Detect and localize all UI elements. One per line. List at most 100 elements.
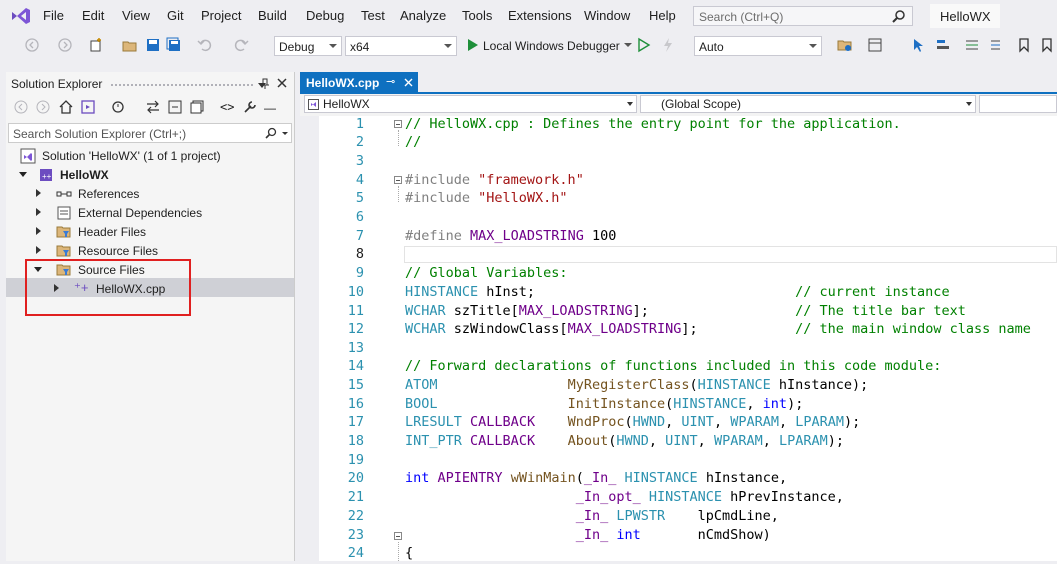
properties-icon[interactable] [242, 99, 258, 115]
tab-hellowx-cpp[interactable]: HelloWX.cpp ⊸ [300, 72, 418, 93]
code-function: InitInstance [567, 396, 666, 412]
close-tab-icon[interactable] [404, 78, 413, 87]
preview-icon[interactable]: — [264, 101, 276, 115]
undo-icon[interactable] [197, 37, 213, 53]
code-line-17: LRESULT CALLBACK WndProc(HWND, UINT, WPA… [405, 414, 860, 433]
start-without-debugging-icon[interactable] [636, 37, 652, 53]
line-number: 14 [347, 358, 364, 374]
search-box[interactable]: Search (Ctrl+Q) [693, 6, 913, 26]
save-icon[interactable] [145, 37, 161, 53]
code-macro: APIENTRY [437, 470, 503, 486]
code-type: BOOL [405, 396, 438, 412]
line-number: 15 [347, 377, 364, 393]
filter-folder-icon [56, 245, 71, 257]
menu-view[interactable]: View [122, 8, 150, 23]
start-debugging-button[interactable]: Local Windows Debugger [483, 39, 620, 53]
collapse-all-icon[interactable] [167, 99, 183, 115]
platform-dropdown[interactable]: x64 [345, 36, 457, 56]
code-preprocessor: #include [405, 190, 479, 206]
menu-debug[interactable]: Debug [306, 8, 344, 23]
menu-test[interactable]: Test [361, 8, 385, 23]
switch-views-icon[interactable] [80, 99, 96, 115]
code-comment: // Global Variables: [405, 265, 568, 281]
menu-tools[interactable]: Tools [462, 8, 492, 23]
collapsed-arrow-icon[interactable] [36, 208, 41, 216]
code-view-icon[interactable]: <> [220, 100, 234, 114]
open-file-icon[interactable] [122, 37, 138, 53]
collapsed-arrow-icon[interactable] [36, 246, 41, 254]
align-icon[interactable] [935, 37, 951, 53]
visual-studio-logo-icon[interactable] [10, 6, 32, 26]
collapse-region-icon[interactable] [394, 120, 402, 128]
search-placeholder: Search (Ctrl+Q) [699, 10, 784, 24]
bookmark-next-icon[interactable] [1039, 37, 1055, 53]
tree-item-references[interactable]: References [6, 184, 294, 203]
pointer-icon[interactable] [911, 37, 927, 53]
solution-explorer-search[interactable]: Search Solution Explorer (Ctrl+;) [8, 123, 292, 143]
forward-icon[interactable] [36, 100, 50, 114]
code-text: hPrevInstance, [722, 489, 844, 505]
new-project-icon[interactable] [88, 37, 104, 53]
code-type: UINT [665, 433, 698, 449]
code-preprocessor: #include [405, 172, 479, 188]
back-icon[interactable] [14, 100, 28, 114]
solution-platform-dropdown[interactable]: Auto [694, 36, 822, 56]
code-type: ATOM [405, 377, 438, 393]
hot-reload-icon[interactable] [660, 37, 676, 53]
navigate-back-icon[interactable] [24, 37, 40, 53]
show-all-files-icon[interactable] [189, 99, 205, 115]
pin-tab-icon[interactable]: ⊸ [386, 75, 395, 88]
menu-edit[interactable]: Edit [82, 8, 104, 23]
comment-lines-icon[interactable] [964, 37, 980, 53]
tree-item-external-dependencies[interactable]: External Dependencies [6, 203, 294, 222]
redo-icon[interactable] [233, 37, 249, 53]
line-number: 8 [355, 246, 364, 262]
chevron-down-icon[interactable] [624, 43, 632, 47]
navigate-forward-icon[interactable] [57, 37, 73, 53]
collapsed-arrow-icon[interactable] [36, 189, 41, 197]
expanded-arrow-icon[interactable] [19, 172, 27, 177]
menu-analyze[interactable]: Analyze [400, 8, 446, 23]
filter-folder-icon [56, 226, 71, 238]
home-icon[interactable] [58, 99, 74, 115]
references-icon [56, 191, 72, 197]
fold-guide [398, 186, 400, 202]
sync-with-active-document-icon[interactable] [145, 99, 161, 115]
tree-item-resource-files[interactable]: Resource Files [6, 241, 294, 260]
start-debugging-icon[interactable] [465, 37, 481, 53]
member-dropdown[interactable] [979, 95, 1057, 113]
menu-file[interactable]: File [43, 8, 64, 23]
menu-help[interactable]: Help [649, 8, 676, 23]
menu-window[interactable]: Window [584, 8, 630, 23]
code-type: WCHAR [405, 321, 446, 337]
panel-grip[interactable] [110, 83, 255, 87]
browse-folder-icon[interactable] [837, 37, 853, 53]
close-icon[interactable] [277, 78, 287, 88]
bookmark-icon[interactable] [1016, 37, 1032, 53]
menu-git[interactable]: Git [167, 8, 184, 23]
project-dropdown[interactable]: HelloWX [304, 95, 637, 113]
uncomment-lines-icon[interactable] [986, 37, 1002, 53]
tree-item-project[interactable]: ++ HelloWX [6, 165, 294, 184]
tree-item-solution[interactable]: Solution 'HelloWX' (1 of 1 project) [6, 146, 294, 165]
collapse-region-icon[interactable] [394, 532, 402, 540]
pin-icon[interactable] [260, 78, 270, 90]
code-keyword: int [405, 470, 430, 486]
menu-project[interactable]: Project [201, 8, 241, 23]
line-number: 2 [355, 134, 364, 150]
code-string: "HelloWX.h" [478, 190, 568, 206]
menu-build[interactable]: Build [258, 8, 287, 23]
collapsed-arrow-icon[interactable] [36, 227, 41, 235]
collapse-region-icon[interactable] [394, 176, 402, 184]
tree-item-label: Header Files [78, 225, 147, 239]
pending-changes-filter-icon[interactable] [110, 99, 126, 115]
configuration-dropdown[interactable]: Debug [274, 36, 342, 56]
menu-extensions[interactable]: Extensions [508, 8, 572, 23]
code-macro: _In_ [583, 470, 617, 486]
layout-icon[interactable] [867, 37, 883, 53]
scope-dropdown[interactable]: (Global Scope) [640, 95, 976, 113]
tree-item-header-files[interactable]: Header Files [6, 222, 294, 241]
save-all-icon[interactable] [166, 37, 182, 53]
